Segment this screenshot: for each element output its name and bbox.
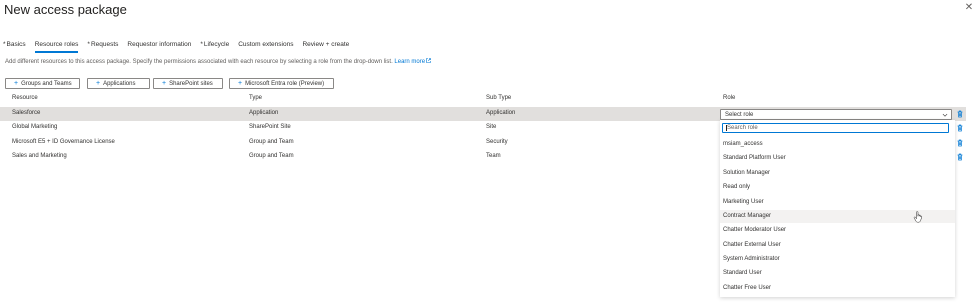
role-select-value: Select role <box>725 111 754 118</box>
button-label: SharePoint sites <box>169 80 213 87</box>
button-label: Applications <box>103 80 136 87</box>
column-header-subtype[interactable]: Sub Type <box>486 95 511 101</box>
cell-type: SharePoint Site <box>249 124 291 130</box>
tab-requests[interactable]: *Requests <box>87 40 118 52</box>
button-label: Microsoft Entra role (Preview) <box>245 80 325 87</box>
role-option-label: Chatter External User <box>723 241 781 248</box>
plus-icon: + <box>96 80 101 87</box>
cell-resource: Sales and Marketing <box>12 153 67 159</box>
role-option[interactable]: Chatter External User <box>720 239 955 252</box>
delete-icon[interactable] <box>956 139 964 147</box>
required-marker: * <box>3 41 6 48</box>
cell-subtype: Site <box>486 124 497 130</box>
tab-review-create[interactable]: Review + create <box>302 40 349 52</box>
role-option[interactable]: Marketing User <box>720 196 955 209</box>
add-applications-button[interactable]: + Applications <box>87 78 150 89</box>
role-option-label: System Administrator <box>723 255 780 262</box>
cell-resource: Global Marketing <box>12 124 58 130</box>
plus-icon: + <box>14 80 19 87</box>
cell-resource: Salesforce <box>12 110 41 116</box>
search-role-input[interactable]: Search role <box>722 123 949 133</box>
tab-basics[interactable]: *Basics <box>3 40 26 52</box>
chevron-down-icon <box>942 113 948 117</box>
tab-label: Review + create <box>302 41 350 48</box>
role-option-label: Solution Manager <box>723 169 771 176</box>
cell-resource: Microsoft E5 + ID Governance License <box>12 139 115 145</box>
cell-subtype: Team <box>486 153 501 159</box>
role-option[interactable]: Standard Platform User <box>720 153 955 166</box>
search-placeholder: Search role <box>727 125 758 131</box>
learn-more-label: Learn more <box>394 59 426 65</box>
role-dropdown: Search role msiam_access Standard Platfo… <box>720 120 955 297</box>
description-text: Add different resources to this access p… <box>5 58 431 65</box>
role-option-label: msiam_access <box>723 140 763 147</box>
role-option-label: Chatter Free User <box>723 284 772 291</box>
hand-cursor-icon <box>913 211 923 223</box>
cell-type: Group and Team <box>249 153 294 159</box>
tab-label: Resource roles <box>34 41 79 48</box>
add-sharepoint-sites-button[interactable]: + SharePoint sites <box>153 78 223 89</box>
more-options-icon[interactable]: ··· <box>110 4 121 13</box>
role-option[interactable]: Chatter Free User <box>720 282 955 295</box>
role-option[interactable]: Standard User <box>720 268 955 281</box>
cell-subtype: Security <box>486 139 508 145</box>
plus-icon: + <box>162 80 167 87</box>
close-icon[interactable]: ✕ <box>964 3 974 13</box>
add-entra-role-button[interactable]: + Microsoft Entra role (Preview) <box>229 78 334 89</box>
role-option[interactable]: Solution Manager <box>720 167 955 180</box>
tab-label: Requestor information <box>127 41 192 48</box>
tab-requestor-information[interactable]: Requestor information <box>127 40 191 52</box>
column-header-type[interactable]: Type <box>249 95 262 101</box>
add-groups-teams-button[interactable]: + Groups and Teams <box>5 78 80 89</box>
role-option[interactable]: Chatter Moderator User <box>720 225 955 238</box>
table-header: Resource Type Sub Type Role <box>0 95 970 105</box>
role-option[interactable]: System Administrator <box>720 253 955 266</box>
role-option-label: Marketing User <box>723 198 764 205</box>
tab-label: Requests <box>90 41 119 48</box>
external-link-icon <box>426 58 431 63</box>
tab-label: Custom extensions <box>238 41 294 48</box>
role-option-label: Contract Manager <box>723 212 772 219</box>
role-option-label: Standard Platform User <box>723 155 786 161</box>
column-header-role[interactable]: Role <box>723 95 735 101</box>
required-marker: * <box>87 41 90 48</box>
role-option-label: Read only <box>723 184 751 190</box>
page-title: New access package <box>4 2 127 17</box>
role-select[interactable]: Select role <box>720 109 952 120</box>
plus-icon: + <box>238 80 243 87</box>
role-option-label: Standard User <box>723 270 762 276</box>
tab-label: Basics <box>6 41 26 48</box>
role-option[interactable]: msiam_access <box>720 138 955 151</box>
column-header-resource[interactable]: Resource <box>12 95 38 101</box>
role-option[interactable]: Read only <box>720 182 955 195</box>
cell-type: Application <box>249 110 279 116</box>
wizard-tabs: *Basics Resource roles *Requests Request… <box>3 40 358 53</box>
tab-lifecycle[interactable]: *Lifecycle <box>200 40 229 52</box>
tab-label: Lifecycle <box>203 41 230 48</box>
button-label: Groups and Teams <box>21 80 72 87</box>
delete-icon[interactable] <box>956 153 964 161</box>
delete-icon[interactable] <box>956 124 964 132</box>
tab-resource-roles[interactable]: Resource roles <box>34 40 79 53</box>
delete-icon[interactable] <box>956 110 964 118</box>
cell-subtype: Application <box>486 110 516 116</box>
description-body: Add different resources to this access p… <box>5 59 393 65</box>
role-option-label: Chatter Moderator User <box>723 227 787 233</box>
required-marker: * <box>200 41 203 48</box>
tab-custom-extensions[interactable]: Custom extensions <box>238 40 293 52</box>
cell-type: Group and Team <box>249 139 294 145</box>
learn-more-link[interactable]: Learn more <box>394 58 431 65</box>
